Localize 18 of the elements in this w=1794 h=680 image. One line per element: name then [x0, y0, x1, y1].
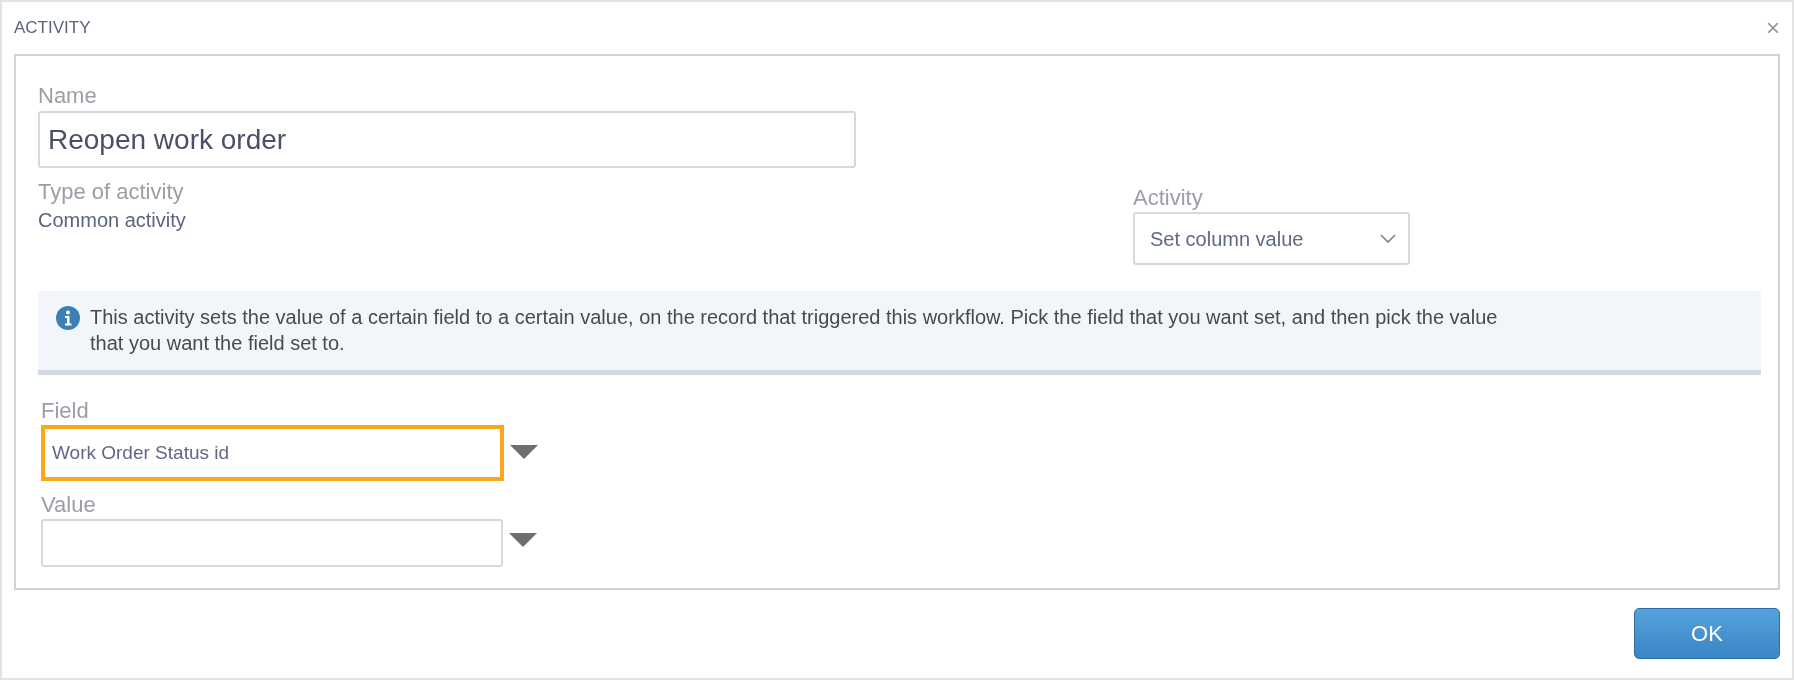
field-value: Common activity — [38, 208, 187, 233]
chevron-down-icon — [1380, 233, 1396, 244]
dropdown-triangle-icon[interactable] — [510, 445, 538, 459]
field-label: Name — [38, 82, 98, 110]
dropdown-triangle-icon[interactable] — [509, 533, 537, 547]
dialog-title: ACTIVITY — [14, 17, 91, 40]
activity-dropdown[interactable]: Set column value — [1133, 212, 1410, 265]
field-label: Activity — [1133, 184, 1204, 212]
field-label: Value — [41, 491, 97, 519]
close-button[interactable]: × — [1762, 16, 1784, 40]
dropdown-field[interactable] — [41, 519, 503, 567]
field-label: Field — [41, 397, 90, 425]
name-input[interactable]: Reopen work order — [38, 111, 856, 168]
info-text: This activity sets the value of a certain field to a certain value, on the record that triggered this workflow. Pick the field that you want set, and then pick the value that you want the field set to. — [90, 305, 1499, 356]
info-icon — [56, 306, 80, 330]
ok-button[interactable]: OK — [1634, 608, 1780, 659]
field-label: Type of activity — [38, 178, 185, 206]
dropdown-field[interactable]: Work Order Status id — [41, 425, 504, 481]
